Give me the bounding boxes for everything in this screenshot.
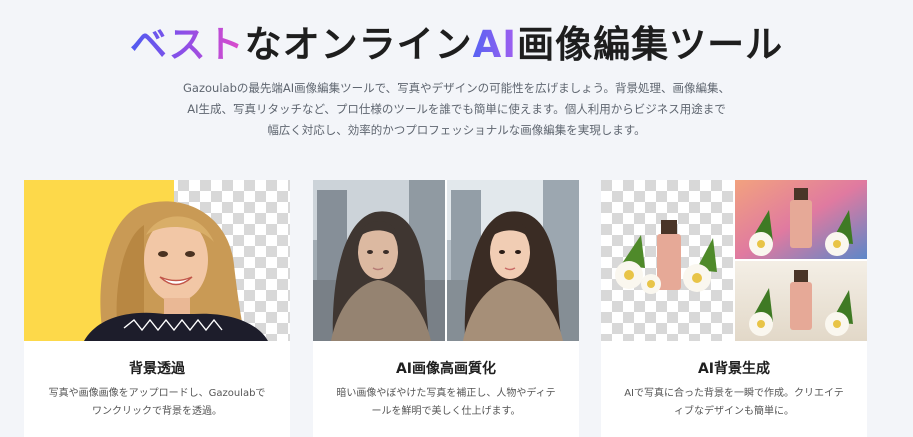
card-description-line: ールを鮮明で美しく仕上げます。 [371,406,521,417]
cosmetic-bottle-ai-background-image [601,180,867,341]
hero-title-plain-1: なオンライン [244,23,473,66]
feature-card-ai-upscale[interactable]: AI画像高画質化 暗い画像やぼやけた写真を補正し、人物やディテ ールを鮮明で美し… [313,180,579,437]
card-description-line: ィブなデザインも簡単に。 [674,406,794,417]
card-description-line: AIで写真に合った背景を一瞬で作成。クリエイテ [624,388,844,399]
card-description: AIで写真に合った背景を一瞬で作成。クリエイテ ィブなデザインも簡単に。 [615,385,853,421]
card-title: AI背景生成 [697,361,771,377]
hero-title-plain-2: 画像編集ツール [517,23,784,66]
portrait-enhance-before-after-image [313,180,579,341]
card-title: AI画像高画質化 [395,361,497,377]
card-description-line: 写真や画像画像をアップロードし、Gazoulabで [48,388,266,399]
card-description-line: ワンクリックで背景を透過。 [92,406,222,417]
card-description: 写真や画像画像をアップロードし、Gazoulabで ワンクリックで背景を透過。 [38,385,276,421]
hero-description-line: 幅広く対応し、効率的かつプロフェッショナルな画像編集を実現します。 [267,123,646,137]
hero-title-gradient-1: ベスト [129,23,245,66]
hero-description: Gazoulabの最先端AI画像編集ツールで、写真やデザインの可能性を広げましょ… [0,78,913,141]
portrait-transparent-background-image [24,180,290,341]
hero-description-line: Gazoulabの最先端AI画像編集ツールで、写真やデザインの可能性を広げましょ… [183,81,730,95]
feature-card-ai-background-generation[interactable]: AI背景生成 AIで写真に合った背景を一瞬で作成。クリエイテ ィブなデザインも簡… [601,180,867,437]
card-description: 暗い画像やぼやけた写真を補正し、人物やディテ ールを鮮明で美しく仕上げます。 [327,385,565,421]
card-description-line: 暗い画像やぼやけた写真を補正し、人物やディテ [336,388,556,399]
hero-title: ベストなオンラインAI画像編集ツール [0,14,913,68]
hero-description-line: AI生成、写真リタッチなど、プロ仕様のツールを誰でも簡単に使えます。個人利用から… [187,102,726,116]
card-title: 背景透過 [129,361,185,377]
feature-card-background-removal[interactable]: 背景透過 写真や画像画像をアップロードし、Gazoulabで ワンクリックで背景… [24,180,290,437]
hero-title-gradient-2: AI [472,23,518,66]
